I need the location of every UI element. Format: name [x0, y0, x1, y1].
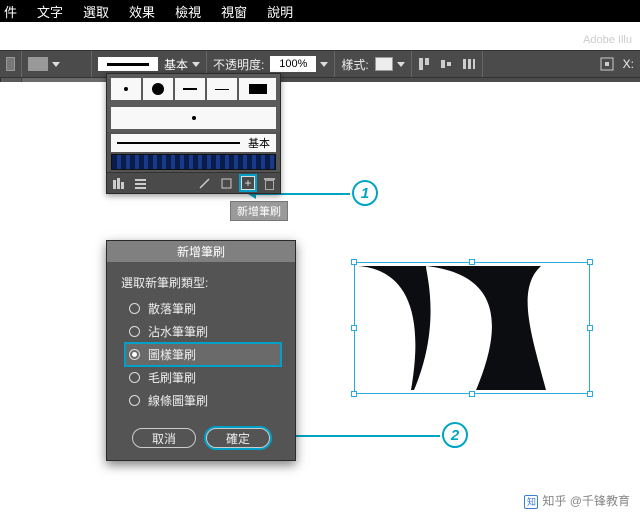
stroke-swatch[interactable] — [28, 57, 48, 71]
align-middle-icon[interactable] — [440, 57, 454, 71]
option-calligraphic-brush[interactable]: 沾水筆筆刷 — [125, 320, 281, 343]
resize-handle[interactable] — [351, 391, 357, 397]
chevron-down-icon — [192, 62, 200, 67]
brush-thumb[interactable] — [143, 78, 173, 100]
option-bristle-brush[interactable]: 毛刷筆刷 — [125, 366, 281, 389]
app-brand-label: Adobe Illu — [583, 34, 632, 46]
brush-basic-row[interactable]: 基本 — [111, 134, 276, 152]
style-swatch[interactable] — [375, 57, 393, 71]
fill-swatch-segment[interactable] — [0, 51, 22, 77]
brush-basic-label: 基本 — [164, 56, 188, 73]
brush-thumb[interactable] — [111, 78, 141, 100]
options-icon[interactable] — [219, 176, 233, 190]
option-art-brush[interactable]: 線條圖筆刷 — [125, 389, 281, 412]
brush-thumb-grid — [107, 74, 280, 104]
new-brush-dialog: 新增筆刷 選取新筆刷類型: 散落筆刷 沾水筆筆刷 圖樣筆刷 毛刷筆刷 線條圖筆刷… — [106, 240, 296, 461]
brushes-panel-footer: + — [107, 172, 280, 193]
x-coord-label: X: — [623, 57, 634, 71]
dialog-prompt: 選取新筆刷類型: — [121, 274, 281, 291]
resize-handle[interactable] — [587, 325, 593, 331]
brush-thumb[interactable] — [111, 154, 276, 170]
app-menubar: 件 文字 選取 效果 檢視 視窗 說明 — [0, 0, 640, 22]
brush-stroke-preview — [98, 57, 158, 71]
menu-item[interactable]: 效果 — [129, 2, 155, 21]
resize-handle[interactable] — [587, 391, 593, 397]
option-label: 毛刷筆刷 — [148, 369, 196, 386]
option-label: 線條圖筆刷 — [148, 392, 208, 409]
brush-thumb[interactable] — [207, 78, 237, 100]
align-icons-segment[interactable] — [412, 51, 483, 77]
align-top-icon[interactable] — [418, 57, 432, 71]
brush-basic-label: 基本 — [248, 135, 270, 151]
opacity-input[interactable]: 100% — [270, 56, 316, 72]
zhihu-logo-icon — [524, 495, 538, 509]
brush-type-options: 散落筆刷 沾水筆筆刷 圖樣筆刷 毛刷筆刷 線條圖筆刷 — [125, 297, 281, 412]
dialog-title: 新增筆刷 — [107, 241, 295, 262]
new-brush-button[interactable]: + — [241, 176, 255, 190]
trash-icon[interactable] — [263, 177, 276, 190]
resize-handle[interactable] — [587, 259, 593, 265]
selected-artwork[interactable] — [354, 262, 590, 394]
selection-bounding-box — [354, 262, 590, 394]
menu-item[interactable]: 視窗 — [221, 2, 247, 21]
menu-item[interactable]: 選取 — [83, 2, 109, 21]
chevron-down-icon — [397, 62, 405, 67]
brush-thumb[interactable] — [175, 78, 205, 100]
remove-stroke-icon[interactable] — [197, 176, 211, 190]
annotation-arrow-2 — [276, 435, 440, 437]
chevron-down-icon — [320, 62, 328, 67]
control-bar: 基本 不透明度: 100% 樣式: X: — [0, 50, 640, 78]
option-scatter-brush[interactable]: 散落筆刷 — [125, 297, 281, 320]
fill-swatch[interactable] — [6, 57, 15, 71]
resize-handle[interactable] — [469, 259, 475, 265]
brush-thumb[interactable] — [239, 78, 276, 100]
menu-item[interactable]: 文字 — [37, 2, 63, 21]
resize-handle[interactable] — [351, 325, 357, 331]
libraries-menu-icon[interactable] — [133, 176, 147, 190]
brushes-panel: 基本 + — [106, 73, 281, 194]
style-label: 樣式: — [341, 56, 368, 73]
style-segment[interactable]: 樣式: — [335, 51, 411, 77]
opacity-label: 不透明度: — [213, 56, 264, 73]
option-label: 散落筆刷 — [148, 300, 196, 317]
annotation-badge-2: 2 — [442, 422, 468, 448]
option-pattern-brush[interactable]: 圖樣筆刷 — [125, 343, 281, 366]
resize-handle[interactable] — [469, 391, 475, 397]
annotation-badge-1: 1 — [352, 180, 378, 206]
chevron-down-icon — [52, 62, 60, 67]
watermark-text: 知乎 @千锋教育 — [542, 494, 630, 508]
tooltip-new-brush: 新增筆刷 — [230, 201, 288, 221]
transform-icon[interactable] — [599, 56, 615, 72]
menu-item[interactable]: 說明 — [267, 2, 293, 21]
watermark: 知乎 @千锋教育 — [524, 492, 630, 509]
library-icon[interactable] — [111, 176, 125, 190]
resize-handle[interactable] — [351, 259, 357, 265]
ok-button[interactable]: 確定 — [206, 428, 270, 448]
brush-thumb[interactable] — [111, 107, 276, 129]
option-label: 圖樣筆刷 — [148, 346, 196, 363]
menu-item[interactable]: 件 — [4, 2, 17, 21]
menu-item[interactable]: 檢視 — [175, 2, 201, 21]
stroke-weight-segment[interactable] — [22, 51, 92, 77]
option-label: 沾水筆筆刷 — [148, 323, 208, 340]
cancel-button[interactable]: 取消 — [132, 428, 196, 448]
distribute-icon[interactable] — [462, 57, 476, 71]
